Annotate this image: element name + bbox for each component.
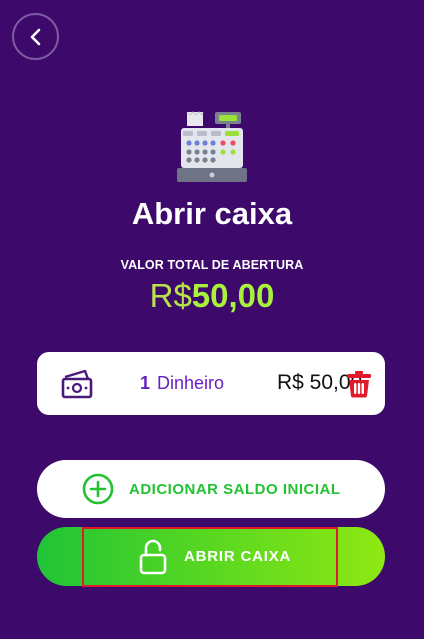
cash-register-icon	[177, 111, 247, 182]
currency-symbol: R$	[149, 277, 192, 314]
back-button[interactable]	[12, 13, 59, 60]
payment-item: 1 Dinheiro R$ 50,00	[37, 352, 385, 415]
open-register-button[interactable]: ABRIR CAIXA	[37, 527, 385, 587]
payment-count: 1	[140, 373, 151, 393]
trash-icon[interactable]	[346, 370, 372, 398]
chevron-left-icon	[30, 28, 40, 45]
cash-icon	[61, 369, 93, 399]
add-initial-balance-button[interactable]: ADICIONAR SALDO INICIAL	[37, 460, 385, 518]
total-label: VALOR TOTAL DE ABERTURA	[120, 258, 304, 272]
screen: Abrir caixa VALOR TOTAL DE ABERTURA R$50…	[0, 0, 424, 639]
plus-circle-icon	[82, 473, 114, 505]
open-register-label: ABRIR CAIXA	[184, 548, 292, 565]
add-initial-balance-label: ADICIONAR SALDO INICIAL	[129, 481, 341, 498]
page-title: Abrir caixa	[131, 196, 293, 231]
total-amount: R$50,00	[0, 276, 424, 316]
payment-method: Dinheiro	[157, 373, 225, 393]
unlock-icon	[139, 539, 167, 575]
amount-value: 50,00	[191, 277, 275, 314]
